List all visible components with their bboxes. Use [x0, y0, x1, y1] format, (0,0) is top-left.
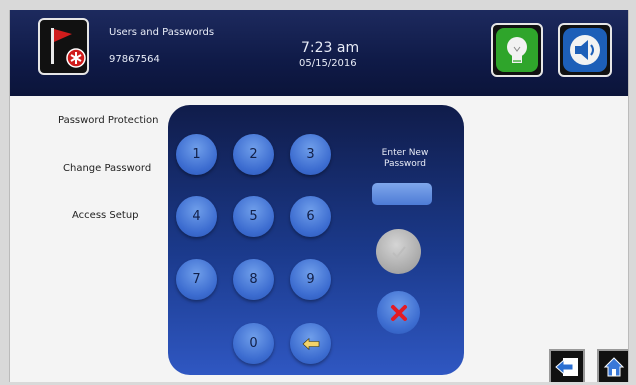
x-icon — [390, 304, 407, 321]
key-6[interactable]: 6 — [290, 196, 331, 237]
flag-icon — [51, 28, 86, 68]
key-1[interactable]: 1 — [176, 134, 217, 175]
light-bulb-icon — [496, 28, 538, 72]
key-2[interactable]: 2 — [233, 134, 274, 175]
menu-item-access-setup[interactable]: Access Setup — [72, 210, 139, 221]
cancel-button[interactable] — [377, 291, 420, 334]
key-8[interactable]: 8 — [233, 259, 274, 300]
menu-item-password-protection[interactable]: Password Protection — [58, 115, 158, 126]
page-title: Users and Passwords — [109, 27, 215, 38]
clock-date: 05/15/2016 — [299, 58, 357, 69]
key-3[interactable]: 3 — [290, 134, 331, 175]
key-9[interactable]: 9 — [290, 259, 331, 300]
home-icon — [603, 356, 624, 376]
header-bar: Users and Passwords 97867564 7:23 am 05/… — [10, 10, 628, 96]
check-icon — [391, 245, 406, 258]
key-7[interactable]: 7 — [176, 259, 217, 300]
key-0[interactable]: 0 — [233, 323, 274, 364]
password-field[interactable] — [372, 183, 432, 205]
clock-time: 7:23 am — [301, 40, 360, 56]
enter-password-label: Enter New Password — [381, 148, 429, 169]
sound-button[interactable] — [558, 23, 612, 77]
key-5[interactable]: 5 — [233, 196, 274, 237]
backspace-button[interactable] — [290, 323, 331, 364]
backspace-arrow-icon — [302, 337, 319, 350]
key-4[interactable]: 4 — [176, 196, 217, 237]
back-arrow-icon — [555, 357, 578, 376]
confirm-button[interactable] — [376, 229, 421, 274]
speaker-icon — [563, 28, 607, 72]
home-button[interactable] — [597, 349, 628, 382]
back-button[interactable] — [549, 349, 585, 382]
screen: Users and Passwords 97867564 7:23 am 05/… — [9, 10, 629, 382]
flag-button[interactable] — [38, 18, 89, 75]
device-id: 97867564 — [109, 54, 160, 65]
menu-item-change-password[interactable]: Change Password — [63, 163, 151, 174]
light-button[interactable] — [491, 23, 543, 77]
